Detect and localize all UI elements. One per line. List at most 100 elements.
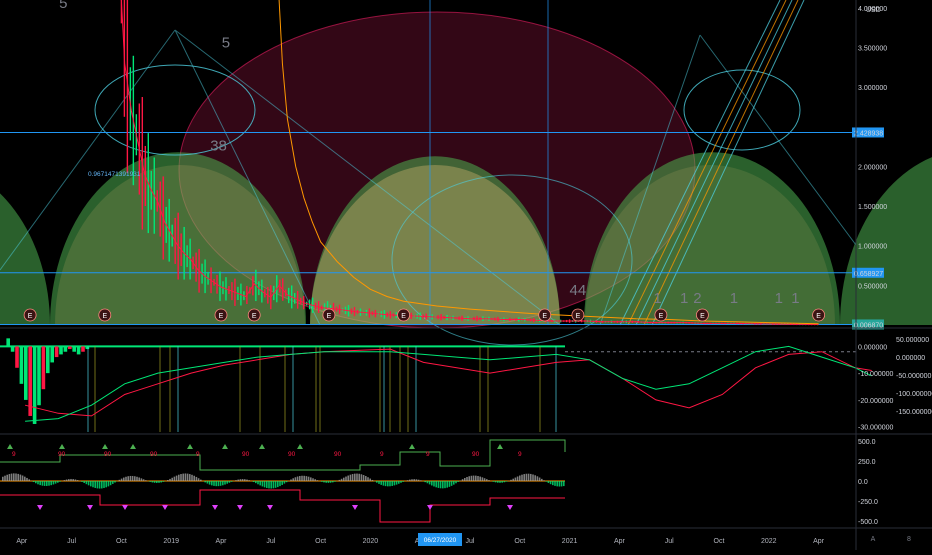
signals-panel[interactable]: 9909090990909099909500.0250.00.0-250.0-5… [0,439,878,526]
histogram-bar [81,346,85,351]
signal-step-lower [0,490,565,522]
signal-label: 90 [472,451,480,458]
signal-hist-bar [235,480,237,481]
signal-hist-bar [297,476,299,481]
signal-hist-bar [400,481,402,483]
signal-hist-bar [497,481,499,483]
signal-hist-bar [242,479,244,481]
signal-hist-bar [537,476,539,481]
wave-label: 2 [693,290,701,307]
earnings-label: E [700,313,705,320]
signal-hist-bar [277,481,279,487]
signal-hist-bar [402,481,404,482]
signal-hist-bar [11,474,13,481]
histogram-bar [28,346,32,416]
price-tick: 0.500000 [858,283,887,290]
signal-hist-bar [387,481,389,486]
osc-right-tick: -50.000000 [896,373,932,380]
signal-hist-bar [160,481,162,482]
signal-hist-bar [455,481,457,483]
signal-tick: 500.0 [858,439,876,446]
signal-hist-bar [215,481,217,486]
earnings-marker: E [539,309,551,321]
signal-hist-bar [149,481,151,482]
signal-hist-bar [75,479,77,481]
signal-hist-bar [369,479,371,481]
signal-label: 9 [426,451,430,458]
signal-hist-bar [284,481,286,484]
signal-hist-bar [26,478,28,481]
oscillator-panel[interactable]: 0.000000-10.000000-20.000000-30.00000050… [0,337,932,432]
signal-hist-bar [226,481,228,484]
wave-label: 8 [218,138,226,155]
time-tick: Apr [216,538,228,545]
earnings-marker: E [813,309,825,321]
signal-hist-bar [378,481,380,484]
signal-hist-bar [506,481,508,482]
signal-hist-bar [264,481,266,487]
signal-label: 9 [12,451,16,458]
osc-tick: -20.000000 [858,398,894,405]
price-tick: 1.000000 [858,244,887,251]
signal-hist-bar [466,477,468,481]
earnings-marker: E [215,309,227,321]
earnings-marker: E [99,309,111,321]
signal-hist-bar [398,481,400,484]
signal-hist-bar [433,481,435,486]
signal-hist-bar [70,479,72,481]
signal-hist-bar [97,481,99,488]
signal-hist-bar [306,476,308,481]
signal-triangle [507,505,513,510]
signal-hist-bar [83,481,85,483]
signal-hist-bar [13,473,15,481]
chart-svg[interactable]: 553844112111EEEEEEEEEEE4.0000003.5000003… [0,0,932,550]
histogram-bar [24,346,28,400]
signal-hist-bar [171,478,173,481]
green-arc-0 [0,163,50,325]
signal-hist-bar [303,476,305,481]
signal-hist-bar [391,481,393,486]
signal-hist-bar [189,474,191,481]
signal-hist-bar [556,481,558,486]
chart-root[interactable]: 553844112111EEEEEEEEEEE4.0000003.5000003… [0,0,932,550]
signal-hist-bar [103,481,105,488]
signal-hist-bar [528,474,530,481]
histogram-bar [72,346,76,351]
signal-triangle [352,505,358,510]
signal-hist-bar [354,474,356,481]
signal-hist-bar [330,481,332,483]
signal-hist-bar [380,481,382,485]
histogram-bar [6,338,10,346]
signal-hist-bar [262,481,264,486]
time-tick: Oct [714,538,725,545]
time-tick: Jul [67,538,76,545]
earnings-label: E [576,313,581,320]
histogram-bar [33,346,37,424]
signal-triangle [237,505,243,510]
signal-hist-bar [154,481,156,483]
signal-hist-bar [314,479,316,481]
log-scale-button[interactable]: A [866,534,880,546]
signal-hist-bar [237,480,239,481]
signal-hist-bar [193,476,195,481]
wave-label: 1 [775,290,783,307]
signal-hist-bar [356,474,358,481]
histogram-bar [50,346,54,362]
earnings-marker: E [323,309,335,321]
signal-hist-bar [440,481,442,488]
time-tick: Apr [813,538,825,545]
signal-hist-bar [132,476,134,481]
signal-hist-bar [200,480,202,481]
signal-hist-bar [246,480,248,481]
earnings-label: E [401,313,406,320]
earnings-marker: E [696,309,708,321]
signal-hist-bar [435,481,437,487]
signal-hist-bar [310,477,312,481]
signal-hist-bar [224,481,226,485]
signal-hist-bar [119,480,121,481]
signal-hist-bar [39,481,41,485]
earnings-label: E [659,313,664,320]
signal-hist-bar [105,481,107,487]
signal-hist-bar [270,481,272,488]
settings-button[interactable]: 8 [902,534,916,546]
